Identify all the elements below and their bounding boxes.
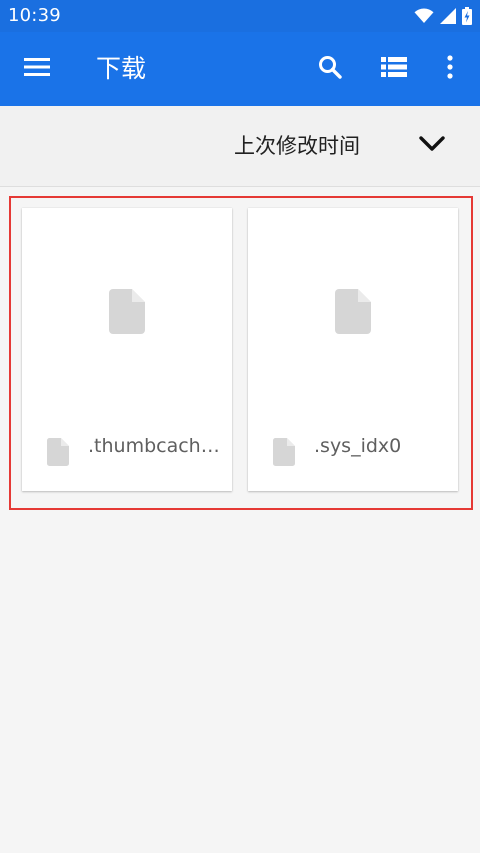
sort-bar: 上次修改时间 [0, 106, 480, 187]
file-icon [335, 288, 371, 338]
list-view-icon [381, 56, 407, 82]
file-type-badge [44, 438, 72, 470]
app-bar: 下载 [0, 32, 480, 106]
status-time: 10:39 [8, 5, 61, 26]
wifi-icon [414, 8, 434, 24]
sort-label[interactable]: 上次修改时间 [234, 133, 360, 159]
search-button[interactable] [304, 43, 356, 95]
file-type-badge [270, 438, 298, 470]
file-name: .sys_idx0 [314, 435, 402, 457]
file-icon [109, 288, 145, 338]
signal-icon [440, 8, 456, 24]
file-icon [47, 438, 69, 470]
file-thumbnail [248, 208, 458, 418]
file-icon [273, 438, 295, 470]
battery-icon [462, 7, 472, 25]
chevron-down-icon [419, 136, 445, 156]
file-thumbnail [22, 208, 232, 418]
sort-order-button[interactable] [410, 126, 454, 166]
more-options-button[interactable] [424, 43, 476, 95]
status-bar: 10:39 [0, 0, 480, 32]
page-title: 下载 [96, 54, 147, 83]
file-card[interactable]: .thumbcach… [22, 208, 232, 491]
menu-button[interactable] [11, 43, 63, 95]
file-card[interactable]: .sys_idx0 [248, 208, 458, 491]
file-name: .thumbcach… [88, 435, 218, 457]
status-icons [414, 6, 472, 26]
more-vert-icon [447, 55, 453, 83]
menu-icon [24, 57, 50, 81]
list-view-button[interactable] [368, 43, 420, 95]
search-icon [318, 55, 342, 83]
